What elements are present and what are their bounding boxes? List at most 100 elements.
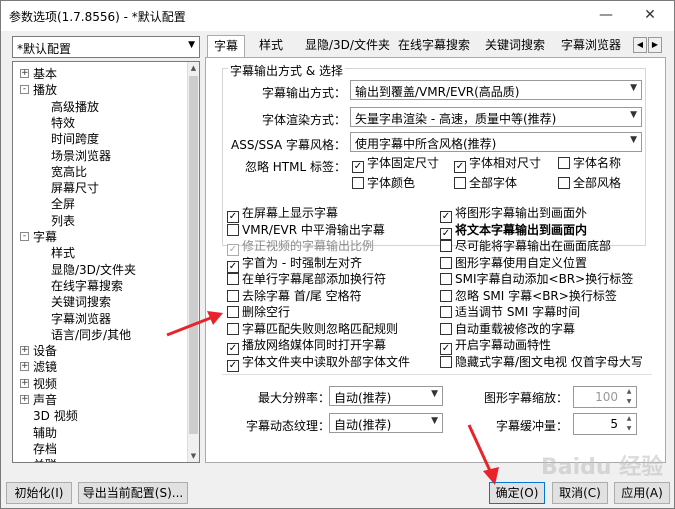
- checkmark-icon: ✓: [227, 359, 239, 372]
- checkbox-icon: [558, 157, 570, 169]
- annotation-arrow-icon: [467, 424, 499, 485]
- output-label: 字幕输出方式：: [261, 86, 346, 100]
- checkbox-option[interactable]: 去除字幕 首/尾 空格符: [227, 288, 362, 304]
- tree-item-label: 高级播放: [51, 99, 100, 114]
- divider: [222, 374, 652, 375]
- tree-item-label: 字幕: [33, 230, 58, 244]
- checkbox-option[interactable]: 字幕匹配失败则忽略匹配规则: [227, 321, 398, 337]
- checkbox-option[interactable]: SMI字幕自动添加<BR>换行标签: [440, 271, 633, 287]
- expand-icon[interactable]: +: [20, 362, 29, 372]
- checkbox-option[interactable]: 隐藏式字幕/图文电视 仅首字母大写: [440, 354, 643, 370]
- tab-subtitle[interactable]: 字幕: [207, 35, 246, 58]
- buffer-value: 5: [610, 417, 618, 431]
- tab-prev-icon[interactable]: ◀: [633, 37, 647, 53]
- scroll-up-icon[interactable]: ▲: [188, 62, 199, 74]
- tree-item-label: 关键词搜索: [51, 295, 112, 310]
- minimize-button[interactable]: —: [584, 1, 628, 31]
- spin-up-icon[interactable]: ▲: [623, 387, 635, 397]
- checkbox-option[interactable]: 全部字体: [454, 175, 517, 191]
- checkbox-option[interactable]: ✓ 开启字幕动画特性: [440, 337, 551, 355]
- checkbox-label: 在单行字幕尾部添加换行符: [242, 272, 387, 286]
- scroll-down-icon[interactable]: ▼: [188, 450, 199, 462]
- checkbox-label: 图形字幕使用自定义位置: [455, 255, 588, 270]
- tree-item-label: 播放: [33, 83, 58, 98]
- tree-item-label: 基本: [33, 67, 58, 81]
- checkbox-option[interactable]: 自动重载被修改的字幕: [440, 321, 575, 337]
- checkbox-option[interactable]: ✓ 将文本字幕输出到画面内: [440, 222, 587, 240]
- chevron-down-icon: ▼: [431, 416, 438, 426]
- checkbox-option[interactable]: 适当调节 SMI 字幕时间: [440, 304, 580, 320]
- checkbox-option[interactable]: 忽略 SMI 字幕<BR>换行标签: [440, 288, 617, 304]
- tree-item-label: 显隐/3D/文件夹: [51, 262, 136, 277]
- expand-icon[interactable]: +: [20, 69, 29, 78]
- checkbox-option[interactable]: 字体名称: [558, 155, 621, 171]
- checkbox-option[interactable]: ✓ 播放网络媒体同时打开字幕: [227, 337, 387, 355]
- checkbox-option[interactable]: ✓ 字体固定尺寸: [352, 155, 439, 173]
- checkbox-option[interactable]: 删除空行: [227, 304, 290, 320]
- checkbox-option[interactable]: VMR/EVR 中平滑输出字幕: [227, 222, 385, 238]
- checkbox-label: 字体文件夹中读取外部字体文件: [242, 354, 411, 369]
- tab-next-icon[interactable]: ▶: [648, 37, 662, 53]
- watermark: Baidu 经验: [541, 455, 664, 480]
- tree-scrollbar[interactable]: ▲ ▼: [187, 62, 199, 462]
- checkbox-option[interactable]: 全部风格: [558, 175, 621, 191]
- checkbox-icon: [440, 322, 452, 335]
- checkbox-label: 修正视频的字幕输出比例: [242, 239, 375, 253]
- checkbox-option[interactable]: ✓ 字首为 - 时强制左对齐: [227, 255, 362, 273]
- checkbox-option[interactable]: ✓ 字体文件夹中读取外部字体文件: [227, 354, 411, 372]
- checkbox-option[interactable]: 图形字幕使用自定义位置: [440, 255, 587, 271]
- checkbox-option[interactable]: 尽可能将字幕输出在画面底部: [440, 238, 611, 254]
- checkbox-label: 去除字幕 首/尾 空格符: [242, 288, 362, 303]
- checkbox-icon: [558, 177, 570, 189]
- checkbox-icon: [440, 256, 452, 269]
- close-button[interactable]: ✕: [628, 1, 672, 31]
- checkbox-label: 全部风格: [573, 176, 622, 190]
- checkbox-label: 字体相对尺寸: [469, 156, 542, 170]
- texture-value: 自动(推荐): [334, 418, 392, 432]
- spin-up-icon[interactable]: ▲: [623, 414, 635, 424]
- checkbox-option[interactable]: ✓ 在屏幕上显示字幕: [227, 205, 338, 223]
- chevron-down-icon: ▼: [630, 110, 637, 120]
- zoom-stepper[interactable]: 100 ▲ ▼: [573, 386, 637, 408]
- spin-down-icon[interactable]: ▼: [623, 397, 635, 407]
- collapse-icon[interactable]: -: [20, 232, 29, 241]
- tree-item-label: 列表: [51, 213, 76, 228]
- ass-select[interactable]: 使用字幕中所含风格(推荐) ▼: [350, 132, 642, 152]
- expand-icon[interactable]: +: [20, 378, 29, 388]
- tree-item-label: 声音: [33, 393, 58, 407]
- tree-item-label: 屏幕尺寸: [51, 181, 100, 196]
- cancel-button[interactable]: 取消(C): [552, 482, 608, 504]
- category-tree[interactable]: + 基本 - 播放 高级播放 特效 时间跨度 场景浏览器 宽高比 屏幕尺寸 全屏 列表 - 字幕 样式 显隐/…: [12, 61, 200, 463]
- checkbox-label: 隐藏式字幕/图文电视 仅首字母大写: [455, 354, 643, 369]
- collapse-icon[interactable]: -: [20, 85, 29, 95]
- tab-visibility[interactable]: 显隐/3D/文件夹: [299, 35, 396, 57]
- checkbox-label: VMR/EVR 中平滑输出字幕: [242, 222, 385, 237]
- expand-icon[interactable]: +: [20, 346, 29, 356]
- texture-label: 字幕动态纹理：: [245, 419, 330, 433]
- checkbox-option[interactable]: 字体颜色: [352, 175, 415, 191]
- tab-subtitle-browser[interactable]: 字幕浏览器: [555, 35, 627, 57]
- checkbox-option[interactable]: ✓ 字体相对尺寸: [454, 155, 542, 173]
- buffer-stepper[interactable]: 5 ▲ ▼: [573, 413, 637, 435]
- preset-select[interactable]: *默认配置 ▼: [12, 36, 200, 58]
- checkbox-label: 播放网络媒体同时打开字幕: [242, 338, 387, 352]
- apply-button[interactable]: 应用(A): [614, 482, 670, 504]
- chevron-down-icon: ▼: [431, 389, 438, 399]
- export-config-button[interactable]: 导出当前配置(S)...: [78, 482, 188, 504]
- tab-online-search[interactable]: 在线字幕搜索: [392, 35, 476, 57]
- tree-item-label: 样式: [51, 246, 76, 261]
- checkbox-option[interactable]: 在单行字幕尾部添加换行符: [227, 271, 386, 287]
- checkbox-option[interactable]: ✓ 将图形字幕输出到画面外: [440, 205, 587, 223]
- output-select[interactable]: 输出到覆盖/VMR/EVR(高品质) ▼: [350, 80, 642, 100]
- texture-select[interactable]: 自动(推荐) ▼: [329, 413, 443, 433]
- tab-style[interactable]: 样式: [253, 35, 289, 57]
- chevron-down-icon: ▼: [630, 83, 637, 93]
- tab-keyword-search[interactable]: 关键词搜索: [479, 35, 551, 57]
- render-select[interactable]: 矢量字串渲染 - 高速，质量中等(推荐) ▼: [350, 107, 642, 127]
- scroll-thumb[interactable]: [189, 76, 198, 434]
- spin-down-icon[interactable]: ▼: [623, 424, 635, 434]
- init-button[interactable]: 初始化(I): [6, 482, 72, 504]
- max-res-select[interactable]: 自动(推荐) ▼: [329, 386, 443, 406]
- checkbox-label: 字体名称: [573, 156, 622, 170]
- expand-icon[interactable]: +: [20, 395, 29, 404]
